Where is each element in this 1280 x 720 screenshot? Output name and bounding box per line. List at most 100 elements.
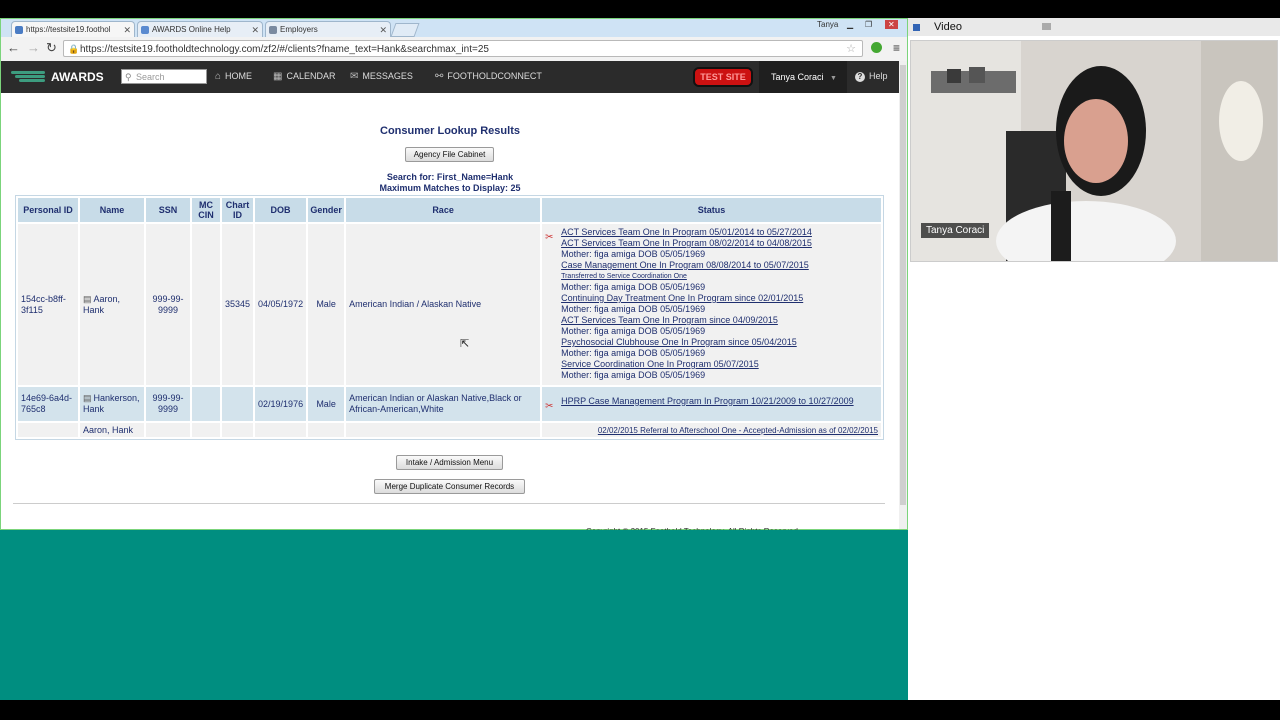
agency-file-cabinet-button[interactable]: Agency File Cabinet — [405, 147, 494, 162]
user-menu[interactable]: Tanya Coraci ▼ — [759, 61, 847, 93]
cell-race: American Indian or Alaskan Native,Black … — [346, 387, 541, 421]
cell-status: ✂ HPRP Case Management Program In Progra… — [542, 387, 881, 421]
edit-tools-icon[interactable]: ✂ — [545, 401, 557, 413]
close-window-icon[interactable]: ✕ — [885, 20, 898, 29]
reload-icon[interactable]: ↻ — [46, 41, 57, 55]
col-gender[interactable]: Gender — [308, 198, 345, 222]
video-panel: Video Tanya Coraci — [908, 18, 1280, 700]
table-row: 154cc-b8ff-3f115 ▤ Aaron, Hank 999-99-999… — [18, 224, 881, 385]
vertical-scrollbar[interactable] — [899, 61, 907, 529]
minimize-icon[interactable]: ▁ — [847, 20, 853, 29]
nav-footholdconnect[interactable]: ⚯ FOOTHOLDCONNECT — [435, 71, 542, 82]
col-status[interactable]: Status — [542, 198, 881, 222]
nav-calendar[interactable]: ▦ CALENDAR — [273, 71, 335, 82]
tab-label: https://testsite19.foothol — [26, 25, 111, 34]
help-button[interactable]: ? Help — [855, 71, 888, 82]
address-bar-area: ← → ↻ 🔒 https://testsite19.footholdtechn… — [1, 37, 907, 62]
link-icon: ⚯ — [435, 71, 444, 82]
col-mc-cin[interactable]: MC CIN — [192, 198, 220, 222]
page-icon — [269, 26, 277, 34]
col-chart-id[interactable]: Chart ID — [222, 198, 254, 222]
camera-icon[interactable] — [1042, 23, 1051, 30]
participant-name-tag: Tanya Coraci — [921, 223, 990, 238]
tab-label: Employers — [280, 25, 318, 34]
cell-personal-id[interactable]: 14e69-6a4d-765c8 — [18, 387, 78, 421]
nav-home[interactable]: ⌂ HOME — [215, 71, 252, 82]
user-name: Tanya Coraci — [771, 72, 824, 82]
cell-gender: Male — [308, 224, 345, 385]
cell-name[interactable]: ▤ Hankerson, Hank — [80, 387, 144, 421]
page-icon — [141, 26, 149, 34]
tab-label: AWARDS Online Help — [152, 25, 231, 34]
status-link[interactable]: ACT Services Team One In Program since 0… — [561, 315, 878, 326]
close-icon[interactable]: ✕ — [251, 22, 259, 37]
max-matches-text: Maximum Matches to Display: 25 — [379, 183, 521, 193]
intake-admission-menu-button[interactable]: Intake / Admission Menu — [396, 455, 503, 470]
cell-empty — [146, 423, 190, 437]
envelope-icon: ✉ — [350, 71, 359, 82]
col-dob[interactable]: DOB — [255, 198, 307, 222]
cell-status: 02/02/2015 Referral to Afterschool One -… — [542, 423, 881, 437]
status-link[interactable]: ACT Services Team One In Program 05/01/2… — [561, 227, 878, 238]
edit-tools-icon[interactable]: ✂ — [545, 232, 557, 244]
cell-ssn: 999-99-9999 — [146, 387, 190, 421]
new-tab-button[interactable] — [390, 23, 420, 37]
status-link[interactable]: Service Coordination One In Program 05/0… — [561, 359, 878, 370]
url-field[interactable]: 🔒 https://testsite19.footholdtechnology.… — [63, 40, 863, 57]
status-note: Mother: figa amiga DOB 05/05/1969 — [561, 370, 706, 380]
browser-menu-icon[interactable]: ≡ — [893, 41, 900, 55]
close-icon[interactable]: ✕ — [379, 22, 387, 37]
nav-messages-label: MESSAGES — [362, 71, 413, 81]
nav-messages[interactable]: ✉ MESSAGES — [350, 71, 413, 82]
awards-logo-icon — [11, 70, 45, 84]
col-personal-id[interactable]: Personal ID — [18, 198, 78, 222]
lock-icon: 🔒 — [68, 44, 80, 54]
nav-footholdconnect-label: FOOTHOLDCONNECT — [447, 71, 542, 81]
brand-name[interactable]: AWARDS — [51, 70, 104, 84]
search-input[interactable]: ⚲ Search — [121, 69, 207, 84]
cell-ssn: 999-99-9999 — [146, 224, 190, 385]
status-note: Mother: figa amiga DOB 05/05/1969 — [561, 282, 706, 292]
forward-icon[interactable]: → — [27, 41, 40, 55]
cell-empty — [308, 423, 345, 437]
close-icon[interactable]: ✕ — [123, 22, 131, 37]
cell-personal-id[interactable]: 154cc-b8ff-3f115 — [18, 224, 78, 385]
tab-awards-help[interactable]: AWARDS Online Help ✕ — [137, 21, 263, 37]
status-note: Mother: figa amiga DOB 05/05/1969 — [561, 348, 706, 358]
status-link[interactable]: Psychosocial Clubhouse One In Program si… — [561, 337, 878, 348]
bottom-black-bar — [0, 700, 1280, 720]
search-criteria: Search for: First_Name=Hank Maximum Matc… — [1, 172, 899, 194]
status-note: Mother: figa amiga DOB 05/05/1969 — [561, 326, 706, 336]
status-link[interactable]: HPRP Case Management Program In Program … — [561, 396, 878, 407]
cell-empty — [192, 423, 220, 437]
tab-employers[interactable]: Employers ✕ — [265, 21, 391, 37]
panel-icon — [913, 24, 920, 31]
id-card-icon[interactable]: ▤ — [83, 393, 92, 403]
restore-icon[interactable]: ❐ — [865, 20, 872, 29]
col-race[interactable]: Race — [346, 198, 541, 222]
search-icon: ⚲ — [125, 72, 132, 82]
status-note: Mother: figa amiga DOB 05/05/1969 — [561, 249, 706, 259]
status-link[interactable]: Continuing Day Treatment One In Program … — [561, 293, 878, 304]
col-ssn[interactable]: SSN — [146, 198, 190, 222]
page-title: Consumer Lookup Results — [380, 125, 520, 137]
status-link[interactable]: Case Management One In Program 08/08/201… — [561, 260, 878, 271]
scrollbar-thumb[interactable] — [900, 65, 906, 505]
col-name[interactable]: Name — [80, 198, 144, 222]
chevron-down-icon: ▼ — [830, 75, 837, 82]
status-link[interactable]: Transferred to Service Coordination One — [561, 271, 878, 282]
bookmark-star-icon[interactable]: ☆ — [846, 41, 856, 58]
referral-link[interactable]: 02/02/2015 Referral to Afterschool One -… — [598, 426, 878, 435]
mouse-cursor-icon: ⇱ — [460, 338, 470, 350]
cell-name[interactable]: ▤ Aaron, Hank — [80, 224, 144, 385]
extension-icon[interactable] — [871, 42, 882, 53]
id-card-icon[interactable]: ▤ — [83, 294, 92, 304]
url-text: https://testsite19.footholdtechnology.co… — [80, 44, 489, 55]
back-icon[interactable]: ← — [7, 41, 20, 55]
status-link[interactable]: ACT Services Team One In Program 08/02/2… — [561, 238, 878, 249]
nav-calendar-label: CALENDAR — [286, 71, 336, 81]
table-header-row: Personal ID Name SSN MC CIN Chart ID DOB… — [18, 198, 881, 222]
cell-name[interactable]: Aaron, Hank — [80, 423, 144, 437]
tab-testsite[interactable]: https://testsite19.foothol ✕ — [11, 21, 135, 37]
merge-duplicate-button[interactable]: Merge Duplicate Consumer Records — [374, 479, 525, 494]
